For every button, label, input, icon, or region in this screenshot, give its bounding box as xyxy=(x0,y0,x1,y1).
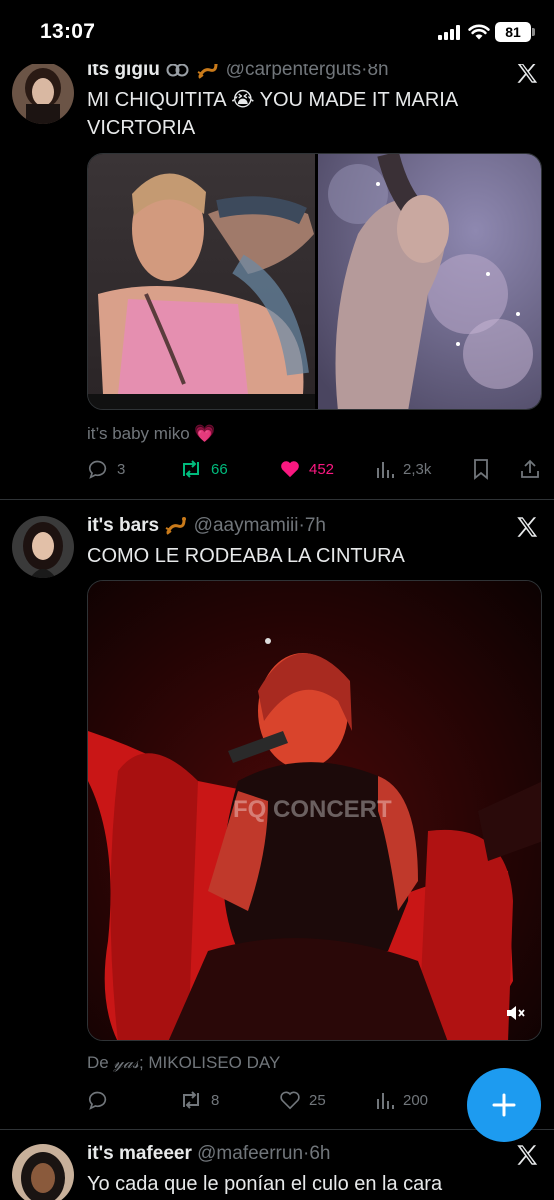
views-button[interactable]: 200 xyxy=(375,1087,428,1113)
media-caption: De 𝓎𝒶𝓈; MIKOLISEO DAY xyxy=(87,1053,280,1073)
video-watermark: FQ CONCERT xyxy=(233,796,392,823)
like-button[interactable]: 25 xyxy=(279,1087,326,1113)
views-button[interactable]: 2,3k xyxy=(375,456,431,482)
tweet-header: it's mafeeer @mafeerrun·6h xyxy=(87,1142,331,1166)
tweet-text-line1: MI CHIQUITITA xyxy=(87,89,226,111)
reply-icon xyxy=(88,1091,107,1110)
handle[interactable]: @mafeerrun xyxy=(197,1143,303,1164)
like-count: 452 xyxy=(309,460,335,478)
repost-icon xyxy=(183,460,199,478)
caption-text: it’s baby miko xyxy=(87,424,190,443)
display-name[interactable]: it's bars xyxy=(87,515,159,536)
media-caption: it’s baby miko 💗 xyxy=(87,424,216,444)
crying-emoji: 😭 xyxy=(231,89,255,111)
like-count: 25 xyxy=(309,1091,326,1109)
tweet-text-line2: VICRTORIA xyxy=(87,117,196,139)
heart-icon xyxy=(280,1091,300,1110)
views-icon xyxy=(377,462,394,478)
battery-indicator: 81 xyxy=(495,22,531,42)
heart-icon xyxy=(281,461,299,478)
repost-button[interactable]: 8 xyxy=(179,1087,219,1113)
concert-video-red-chair[interactable]: FQ CONCERT xyxy=(88,581,542,1041)
repost-count: 8 xyxy=(211,1091,220,1109)
battery-cap xyxy=(532,28,535,36)
avatar[interactable] xyxy=(12,62,74,124)
handle[interactable]: @aaymamiii xyxy=(194,515,299,536)
avatar[interactable] xyxy=(12,1144,74,1200)
pink-heart-emoji: 💗 xyxy=(194,424,216,443)
views-count: 200 xyxy=(403,1091,429,1109)
reply-icon xyxy=(88,460,107,479)
repost-button[interactable]: 66 xyxy=(179,456,228,482)
concert-photo-bowing[interactable] xyxy=(318,154,542,410)
tweet-1[interactable]: its gigiu @carpenterguts·8h MI CHIQUITIT… xyxy=(0,54,554,500)
views-count: 2,3k xyxy=(403,460,432,478)
status-time: 13:07 xyxy=(40,20,96,43)
display-name[interactable]: it's mafeeer xyxy=(87,1143,192,1164)
repost-icon xyxy=(183,1091,199,1109)
divider xyxy=(0,1129,554,1130)
concert-photo-pink-top[interactable] xyxy=(88,154,315,410)
repost-count: 66 xyxy=(211,460,228,478)
tweet-2[interactable]: it's bars @aaymamiii·7h COMO LE RODEABA … xyxy=(0,510,554,1130)
reply-count: 3 xyxy=(117,460,126,478)
divider xyxy=(0,499,554,500)
caption-prefix: De xyxy=(87,1053,109,1072)
like-button[interactable]: 452 xyxy=(279,456,334,482)
tweet-3[interactable]: it's mafeeer @mafeerrun·6h Yo cada que l… xyxy=(0,1138,554,1200)
timestamp[interactable]: 6h xyxy=(309,1143,330,1164)
compose-button[interactable] xyxy=(467,1068,541,1142)
wifi-icon xyxy=(468,24,490,40)
timestamp[interactable]: 7h xyxy=(305,515,326,536)
video-player[interactable]: FQ CONCERT xyxy=(87,580,542,1041)
tweet-text: MI CHIQUITITA 😭 YOU MADE IT MARIA VICRTO… xyxy=(87,86,507,142)
x-logo-icon[interactable] xyxy=(514,1142,540,1168)
media-grid[interactable] xyxy=(87,153,542,410)
share-icon[interactable] xyxy=(519,456,541,482)
x-logo-icon[interactable] xyxy=(514,514,540,540)
bookmark-icon[interactable] xyxy=(471,456,491,482)
tweet-header: it's bars @aaymamiii·7h xyxy=(87,514,326,538)
caption-text: ; MIKOLISEO DAY xyxy=(138,1053,281,1072)
scorpion-emoji xyxy=(165,516,187,535)
mute-icon[interactable] xyxy=(504,1003,526,1023)
avatar[interactable] xyxy=(12,516,74,578)
reply-button[interactable]: 3 xyxy=(87,456,125,482)
caption-styled-text: 𝓎𝒶𝓈 xyxy=(113,1053,139,1073)
status-bar: 13:07 81 xyxy=(0,0,554,64)
tweet-text: Yo cada que le ponían el culo en la cara xyxy=(87,1173,443,1195)
reply-button[interactable] xyxy=(87,1087,117,1113)
action-bar: 3 66 452 2,3k xyxy=(87,456,547,482)
plus-icon xyxy=(492,1093,516,1117)
tweet-text: COMO LE RODEABA LA CINTURA xyxy=(87,545,405,567)
tweet-text-line1-after: YOU MADE IT MARIA xyxy=(259,89,459,111)
views-icon xyxy=(377,1093,394,1109)
link-icon xyxy=(166,63,189,77)
cellular-signal-icon xyxy=(438,25,460,40)
